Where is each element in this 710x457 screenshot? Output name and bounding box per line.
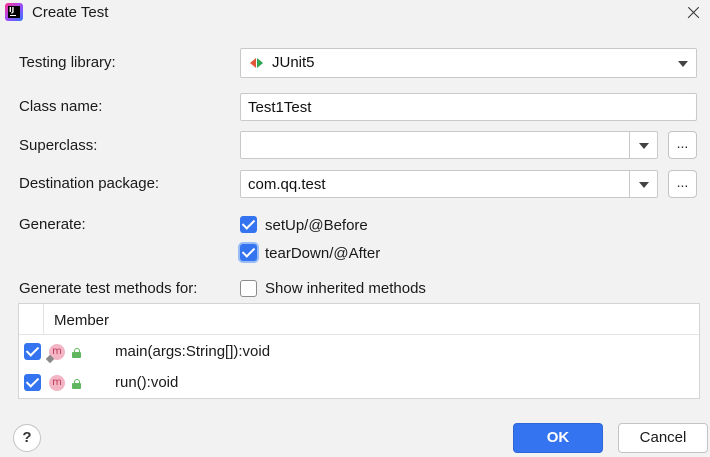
table-row[interactable]: m run():void bbox=[19, 368, 699, 399]
chevron-down-icon bbox=[639, 143, 649, 149]
member-name: run():void bbox=[115, 374, 179, 391]
generate-methods-label: Generate test methods for: bbox=[19, 280, 198, 297]
superclass-label: Superclass: bbox=[19, 137, 98, 154]
member-column-header[interactable]: Member bbox=[54, 312, 109, 329]
cancel-button[interactable]: Cancel bbox=[618, 423, 708, 453]
testing-library-combo[interactable]: JUnit5 bbox=[240, 48, 697, 78]
table-row[interactable]: m main(args:String[]):void bbox=[19, 337, 699, 368]
table-header: Member bbox=[19, 304, 699, 335]
destination-package-value: com.qq.test bbox=[248, 176, 326, 193]
destination-package-label: Destination package: bbox=[19, 175, 160, 192]
teardown-label: tearDown/@After bbox=[265, 245, 381, 262]
members-table: Member m main(args:String[]):void m run(… bbox=[18, 303, 700, 399]
teardown-checkbox[interactable] bbox=[240, 244, 257, 261]
destination-package-combo[interactable]: com.qq.test bbox=[240, 170, 658, 198]
testing-library-label: Testing library: bbox=[19, 54, 116, 71]
intellij-idea-icon: IJ bbox=[5, 3, 23, 21]
testing-library-value: JUnit5 bbox=[272, 54, 315, 71]
public-lock-icon bbox=[72, 379, 81, 389]
help-button[interactable]: ? bbox=[13, 424, 41, 452]
destination-package-dropdown-button[interactable] bbox=[629, 171, 657, 197]
row-checkbox[interactable] bbox=[24, 374, 41, 391]
class-name-input[interactable]: Test1Test bbox=[240, 93, 697, 121]
app-icon-text: IJ bbox=[8, 6, 20, 18]
method-icon: m bbox=[49, 375, 65, 391]
row-checkbox[interactable] bbox=[24, 343, 41, 360]
superclass-dropdown-button[interactable] bbox=[629, 132, 657, 158]
class-name-label: Class name: bbox=[19, 98, 103, 115]
class-name-value: Test1Test bbox=[248, 99, 312, 116]
column-divider bbox=[43, 304, 44, 334]
show-inherited-checkbox[interactable] bbox=[240, 280, 257, 297]
chevron-down-icon bbox=[639, 182, 649, 188]
setup-checkbox[interactable] bbox=[240, 216, 257, 233]
superclass-combo[interactable] bbox=[240, 131, 658, 159]
chevron-down-icon bbox=[678, 61, 688, 67]
generate-label: Generate: bbox=[19, 216, 86, 233]
superclass-browse-button[interactable]: ... bbox=[668, 131, 697, 159]
member-name: main(args:String[]):void bbox=[115, 343, 271, 360]
setup-label: setUp/@Before bbox=[265, 217, 368, 234]
show-inherited-label: Show inherited methods bbox=[265, 280, 426, 297]
public-lock-icon bbox=[72, 348, 81, 358]
close-icon[interactable] bbox=[680, 0, 706, 26]
junit-icon bbox=[250, 58, 264, 69]
destination-package-browse-button[interactable]: ... bbox=[668, 170, 697, 198]
title-bar: IJ Create Test bbox=[0, 0, 710, 26]
ok-button[interactable]: OK bbox=[513, 423, 603, 453]
dialog-title: Create Test bbox=[32, 4, 109, 21]
